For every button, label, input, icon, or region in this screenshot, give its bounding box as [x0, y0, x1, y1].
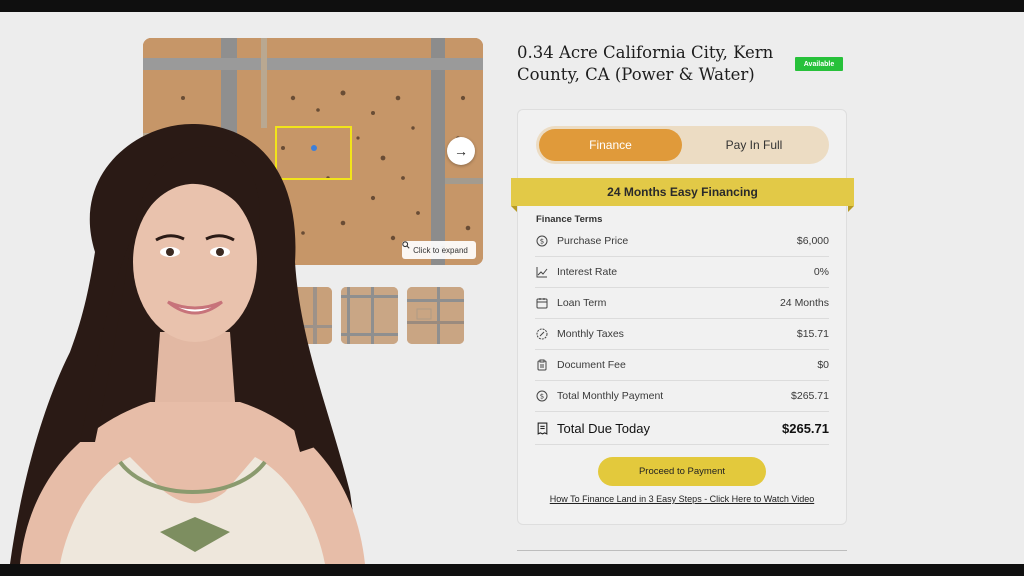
clipboard-icon — [535, 358, 549, 372]
term-label: Document Fee — [557, 359, 626, 371]
video-letterbox-bottom — [0, 564, 1024, 576]
term-row-loan-term: Loan Term 24 Months — [535, 288, 829, 319]
dollar-circle-icon: $ — [535, 389, 549, 403]
percent-badge-icon — [535, 327, 549, 341]
term-label: Purchase Price — [557, 235, 629, 247]
chart-line-icon — [535, 265, 549, 279]
svg-text:$: $ — [540, 238, 544, 246]
total-due-row: Total Due Today $265.71 — [535, 412, 829, 445]
financing-banner: 24 Months Easy Financing — [511, 178, 854, 206]
gallery-thumbnail[interactable] — [407, 287, 464, 344]
term-row-interest-rate: Interest Rate 0% — [535, 257, 829, 288]
next-image-button[interactable]: → — [447, 137, 475, 165]
term-row-total-monthly-payment: $ Total Monthly Payment $265.71 — [535, 381, 829, 412]
ribbon-fold-left — [511, 206, 517, 212]
section-divider — [517, 550, 847, 551]
expand-label: Click to expand — [413, 245, 468, 255]
total-due-value: $265.71 — [782, 420, 829, 436]
term-row-monthly-taxes: Monthly Taxes $15.71 — [535, 319, 829, 350]
finance-tab[interactable]: Finance — [539, 129, 682, 161]
pay-in-full-tab[interactable]: Pay In Full — [682, 129, 826, 161]
arrow-right-icon: → — [454, 143, 468, 159]
term-label: Interest Rate — [557, 266, 618, 278]
term-label: Total Monthly Payment — [557, 390, 664, 402]
term-label: Loan Term — [557, 297, 607, 309]
term-value: 0% — [813, 266, 829, 278]
receipt-icon — [535, 421, 549, 435]
term-value: $0 — [817, 359, 829, 371]
term-row-document-fee: Document Fee $0 — [535, 350, 829, 381]
term-value: $6,000 — [796, 235, 829, 247]
finance-video-link[interactable]: How To Finance Land in 3 Easy Steps - Cl… — [517, 494, 847, 504]
expand-image-chip[interactable]: Click to expand — [402, 241, 476, 259]
svg-text:$: $ — [540, 393, 544, 401]
term-label: Monthly Taxes — [557, 328, 624, 340]
ribbon-fold-right — [848, 206, 854, 212]
video-letterbox-top — [0, 0, 1024, 12]
proceed-to-payment-button[interactable]: Proceed to Payment — [598, 457, 766, 486]
dollar-circle-icon: $ — [535, 234, 549, 248]
presenter-video-overlay — [0, 112, 380, 564]
term-row-purchase-price: $ Purchase Price $6,000 — [535, 226, 829, 257]
status-badge: Available — [795, 57, 843, 71]
finance-terms-heading: Finance Terms — [536, 214, 603, 225]
calendar-icon — [535, 296, 549, 310]
term-value: $15.71 — [796, 328, 829, 340]
listing-title: 0.34 Acre California City, Kern County, … — [517, 43, 774, 84]
term-value: $265.71 — [791, 390, 829, 402]
total-due-label: Total Due Today — [557, 420, 650, 436]
term-value: 24 Months — [779, 297, 829, 309]
listing-page: → Click to expand 0.34 Acre California C… — [0, 12, 1024, 564]
